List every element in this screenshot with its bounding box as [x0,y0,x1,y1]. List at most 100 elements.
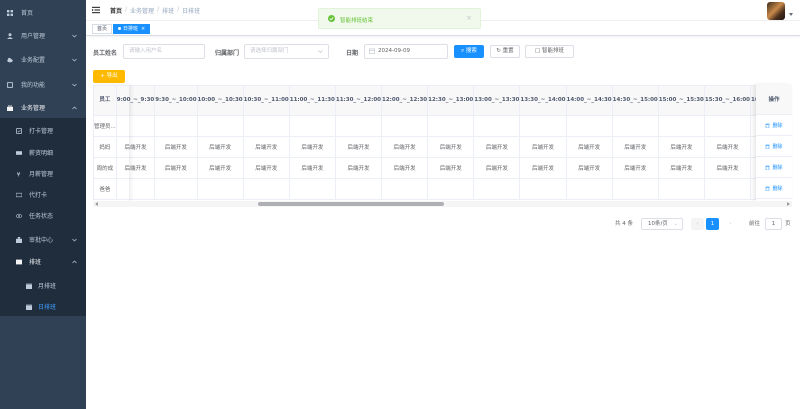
schedule-cell[interactable]: 后端开发 [242,157,290,179]
schedule-cell[interactable]: 后端开发 [427,157,475,179]
scroll-right-icon[interactable] [787,202,790,206]
close-icon[interactable]: × [141,26,145,32]
schedule-cell[interactable] [519,178,567,200]
schedule-cell[interactable]: 后端开发 [381,136,429,158]
schedule-cell[interactable] [196,178,244,200]
schedule-cell[interactable]: 后端开发 [334,136,383,158]
next-page-button[interactable]: › [724,218,737,230]
schedule-cell[interactable]: 后端开发 [115,157,156,179]
schedule-cell[interactable] [473,115,521,137]
scroll-left-icon[interactable] [95,202,98,206]
schedule-cell[interactable] [703,178,752,200]
department-select[interactable]: 请选择归属部门 [244,44,329,59]
schedule-cell[interactable]: 后端开发 [288,136,336,158]
schedule-cell[interactable] [334,178,383,200]
horizontal-scrollbar[interactable] [93,201,792,207]
schedule-cell[interactable]: 后端开发 [565,136,613,158]
schedule-cell[interactable]: 后端开发 [196,157,244,179]
sidebar-item-monthly-schedule[interactable]: 月排班 [0,275,86,296]
delete-button[interactable]: 删除 [756,157,792,178]
page-size-select[interactable]: 10条/页 ⌄ [641,218,683,230]
schedule-cell[interactable]: 后端开发 [565,157,613,179]
sidebar-item-proxy-checkin[interactable]: 代打卡 [0,184,86,205]
schedule-cell[interactable]: 后端开发 [427,136,475,158]
sidebar-item-monthly-salary[interactable]: ¥ 月薪管理 [0,163,86,184]
schedule-cell[interactable] [611,178,659,200]
close-icon[interactable]: × [466,15,472,22]
sidebar-item-label: 任务状态 [29,213,54,220]
schedule-cell[interactable]: 后端开发 [196,136,244,158]
page-number[interactable]: 1 [706,218,719,230]
sidebar-item-user-management[interactable]: 用户管理 [0,25,86,46]
sidebar-item-task-status[interactable]: 任务状态 [0,205,86,226]
schedule-cell[interactable]: 后端开发 [519,136,567,158]
delete-button[interactable]: 删除 [756,136,792,157]
sidebar-item-home[interactable]: 首页 [0,2,86,23]
schedule-cell[interactable]: 后端开发 [381,157,429,179]
sidebar-item-my-functions[interactable]: 我的功能 [0,74,86,95]
schedule-cell[interactable]: 后端开发 [611,136,659,158]
sidebar-item-checkin-management[interactable]: 打卡管理 [0,120,86,141]
schedule-cell[interactable] [154,178,198,200]
schedule-cell[interactable] [565,178,613,200]
schedule-cell[interactable] [657,115,705,137]
search-button[interactable]: ⌕ 搜索 [454,45,484,58]
delete-button[interactable]: 删除 [756,178,792,199]
schedule-cell[interactable] [334,115,383,137]
schedule-cell[interactable] [288,115,336,137]
sidebar-item-approval-center[interactable]: 审批中心 [0,229,86,250]
schedule-cell[interactable]: 后端开发 [115,136,156,158]
schedule-cell[interactable] [519,115,567,137]
button-label: 删除 [772,164,783,171]
employee-name-input[interactable]: 请输入用户名 [123,44,205,59]
export-button[interactable]: + 导出 [93,70,125,83]
schedule-cell[interactable]: 后端开发 [657,157,705,179]
schedule-cell[interactable]: 后端开发 [242,136,290,158]
schedule-cell[interactable] [657,178,705,200]
schedule-cell[interactable]: 后端开发 [657,136,705,158]
schedule-cell[interactable]: 后端开发 [703,157,752,179]
breadcrumb-item-home[interactable]: 首页 [110,6,122,15]
schedule-cell[interactable]: 后端开发 [288,157,336,179]
goto-page-input[interactable]: 1 [765,218,782,230]
smart-schedule-button[interactable]: □ 智能排班 [525,45,574,58]
schedule-cell[interactable] [154,115,198,137]
date-picker[interactable]: 2024-09-09 [364,44,448,59]
schedule-cell[interactable]: 后端开发 [703,136,752,158]
schedule-cell[interactable] [703,115,752,137]
schedule-cell[interactable] [381,115,429,137]
schedule-cell[interactable] [381,178,429,200]
schedule-cell[interactable]: 后端开发 [334,157,383,179]
schedule-cell[interactable]: 后端开发 [611,157,659,179]
sidebar-item-salary-detail[interactable]: 薪资明细 [0,142,86,163]
schedule-cell[interactable] [611,115,659,137]
scrollbar-thumb[interactable] [258,202,444,206]
sidebar-item-business-management[interactable]: 业务管理 [0,97,86,118]
schedule-cell[interactable] [473,178,521,200]
schedule-cell[interactable]: 后端开发 [154,136,198,158]
schedule-cell[interactable] [427,115,475,137]
delete-button[interactable]: 删除 [756,115,792,136]
schedule-cell[interactable] [427,178,475,200]
schedule-cell[interactable]: 后端开发 [473,157,521,179]
schedule-cell[interactable] [242,178,290,200]
schedule-cell[interactable] [115,178,156,200]
tag-daily-schedule[interactable]: 日排班 × [113,24,151,34]
schedule-cell[interactable] [242,115,290,137]
schedule-cell[interactable] [565,115,613,137]
reset-button[interactable]: ↻ 重置 [490,45,520,58]
prev-page-button[interactable]: ‹ [691,218,704,230]
schedule-cell[interactable] [115,115,156,137]
schedule-cell[interactable]: 后端开发 [519,157,567,179]
sidebar-item-schedule[interactable]: 排班 [0,251,86,272]
sidebar-item-daily-schedule[interactable]: 日排班 [0,296,86,317]
hamburger-icon[interactable] [92,6,100,14]
tag-home[interactable]: 首页 [92,24,113,34]
avatar[interactable] [767,2,785,20]
sidebar-item-business-config[interactable]: 业务配置 [0,49,86,70]
schedule-cell[interactable]: 后端开发 [473,136,521,158]
schedule-cell[interactable]: 后端开发 [154,157,198,179]
schedule-cell[interactable] [196,115,244,137]
schedule-cell[interactable] [288,178,336,200]
caret-down-icon[interactable] [789,13,793,16]
